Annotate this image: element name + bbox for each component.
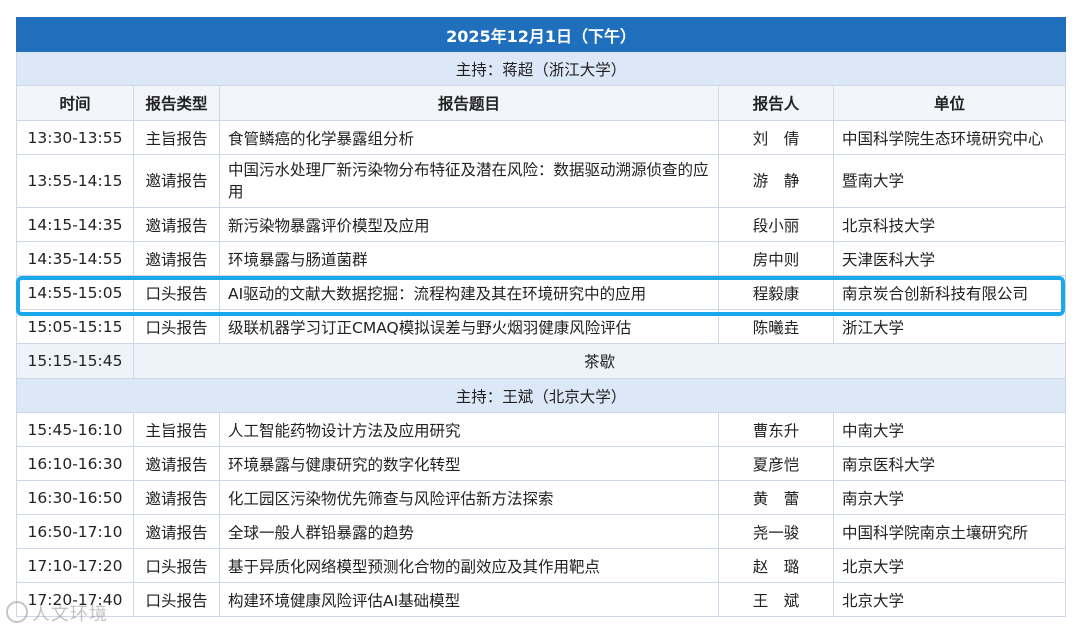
session2-host-row: 主持：王斌（北京大学） — [15, 378, 1067, 413]
cell-time: 14:55-15:05 — [16, 275, 134, 310]
cell-unit: 中南大学 — [832, 412, 1067, 447]
header-topic: 报告题目 — [219, 85, 719, 121]
cell-type: 口头报告 — [133, 548, 220, 583]
cell-topic: 环境暴露与健康研究的数字化转型 — [219, 446, 719, 481]
table-row: 13:30-13:55 主旨报告 食管鳞癌的化学暴露组分析 刘 倩 中国科学院生… — [16, 120, 1067, 155]
table-row: 17:20-17:40 口头报告 构建环境健康风险评估AI基础模型 王 斌 北京… — [16, 582, 1067, 617]
cell-time: 15:45-16:10 — [16, 412, 134, 447]
table-row-highlighted: 14:55-15:05 口头报告 AI驱动的文献大数据挖掘：流程构建及其在环境研… — [16, 275, 1067, 310]
header-row: 时间 报告类型 报告题目 报告人 单位 — [16, 85, 1067, 121]
cell-topic: 级联机器学习订正CMAQ模拟误差与野火烟羽健康风险评估 — [219, 309, 719, 344]
table-row: 16:30-16:50 邀请报告 化工园区污染物优先筛查与风险评估新方法探索 黄… — [16, 480, 1067, 515]
cell-speaker: 王 斌 — [718, 582, 834, 617]
table-row: 14:15-14:35 邀请报告 新污染物暴露评价模型及应用 段小丽 北京科技大… — [16, 207, 1067, 242]
cell-topic: 中国污水处理厂新污染物分布特征及潜在风险：数据驱动溯源侦查的应用 — [219, 154, 719, 208]
cell-time: 15:05-15:15 — [16, 309, 134, 344]
session2-host: 主持：王斌（北京大学） — [15, 378, 1067, 413]
watermark-logo-icon — [6, 601, 28, 623]
cell-type: 口头报告 — [133, 309, 220, 344]
cell-time: 14:15-14:35 — [16, 207, 134, 242]
cell-speaker: 段小丽 — [718, 207, 834, 242]
cell-topic: 化工园区污染物优先筛查与风险评估新方法探索 — [219, 480, 719, 515]
watermark: 人文环境 — [6, 600, 108, 626]
cell-type: 邀请报告 — [133, 446, 220, 481]
cell-topic: 新污染物暴露评价模型及应用 — [219, 207, 719, 242]
table-row: 16:10-16:30 邀请报告 环境暴露与健康研究的数字化转型 夏彦恺 南京医… — [16, 446, 1067, 481]
cell-speaker: 曹东升 — [718, 412, 834, 447]
schedule-table: 2025年12月1日（下午） 主持：蒋超（浙江大学） 时间 报告类型 报告题目 … — [15, 17, 1067, 617]
cell-unit: 南京大学 — [832, 480, 1067, 515]
cell-speaker: 程毅康 — [718, 275, 834, 310]
break-row: 15:15-15:45 茶歇 — [16, 343, 1067, 379]
cell-time: 13:30-13:55 — [16, 120, 134, 155]
cell-time: 16:50-17:10 — [16, 514, 134, 549]
cell-unit: 浙江大学 — [832, 309, 1067, 344]
cell-unit: 北京大学 — [832, 582, 1067, 617]
cell-unit: 南京炭合创新科技有限公司 — [832, 275, 1067, 310]
cell-unit: 南京医科大学 — [832, 446, 1067, 481]
header-time: 时间 — [16, 85, 134, 121]
cell-type: 邀请报告 — [133, 480, 220, 515]
cell-speaker: 房中则 — [718, 241, 834, 276]
session1-host-row: 主持：蒋超（浙江大学） — [15, 51, 1067, 86]
table-row: 15:05-15:15 口头报告 级联机器学习订正CMAQ模拟误差与野火烟羽健康… — [16, 309, 1067, 344]
cell-type: 邀请报告 — [133, 241, 220, 276]
table-row: 17:10-17:20 口头报告 基于异质化网络模型预测化合物的副效应及其作用靶… — [16, 548, 1067, 583]
header-speaker: 报告人 — [718, 85, 834, 121]
header-unit: 单位 — [832, 85, 1067, 121]
cell-unit: 北京科技大学 — [832, 207, 1067, 242]
cell-type: 口头报告 — [133, 582, 220, 617]
session1-host: 主持：蒋超（浙江大学） — [15, 51, 1067, 86]
cell-topic: AI驱动的文献大数据挖掘：流程构建及其在环境研究中的应用 — [219, 275, 719, 310]
cell-type: 邀请报告 — [133, 154, 220, 208]
cell-time: 17:10-17:20 — [16, 548, 134, 583]
cell-time: 14:35-14:55 — [16, 241, 134, 276]
cell-type: 邀请报告 — [133, 207, 220, 242]
cell-time: 13:55-14:15 — [16, 154, 134, 208]
cell-unit: 中国科学院生态环境研究中心 — [832, 120, 1067, 155]
cell-unit: 中国科学院南京土壤研究所 — [832, 514, 1067, 549]
cell-speaker: 黄 蕾 — [718, 480, 834, 515]
cell-speaker: 刘 倩 — [718, 120, 834, 155]
cell-topic: 环境暴露与肠道菌群 — [219, 241, 719, 276]
cell-unit: 暨南大学 — [832, 154, 1067, 208]
cell-time: 16:30-16:50 — [16, 480, 134, 515]
table-row: 13:55-14:15 邀请报告 中国污水处理厂新污染物分布特征及潜在风险：数据… — [16, 154, 1067, 208]
watermark-text: 人文环境 — [32, 604, 108, 625]
break-label: 茶歇 — [132, 343, 1067, 379]
cell-time: 16:10-16:30 — [16, 446, 134, 481]
cell-speaker: 游 静 — [718, 154, 834, 208]
cell-type: 主旨报告 — [133, 412, 220, 447]
cell-speaker: 尧一骏 — [718, 514, 834, 549]
header-type: 报告类型 — [133, 85, 220, 121]
cell-speaker: 赵 璐 — [718, 548, 834, 583]
cell-unit: 北京大学 — [832, 548, 1067, 583]
table-row: 14:35-14:55 邀请报告 环境暴露与肠道菌群 房中则 天津医科大学 — [16, 241, 1067, 276]
cell-type: 口头报告 — [133, 275, 220, 310]
title-row: 2025年12月1日（下午） — [15, 17, 1067, 52]
cell-topic: 基于异质化网络模型预测化合物的副效应及其作用靶点 — [219, 548, 719, 583]
cell-speaker: 夏彦恺 — [718, 446, 834, 481]
table-row: 15:45-16:10 主旨报告 人工智能药物设计方法及应用研究 曹东升 中南大… — [16, 412, 1067, 447]
schedule-container: 2025年12月1日（下午） 主持：蒋超（浙江大学） 时间 报告类型 报告题目 … — [15, 17, 1067, 617]
cell-topic: 构建环境健康风险评估AI基础模型 — [219, 582, 719, 617]
cell-unit: 天津医科大学 — [832, 241, 1067, 276]
cell-speaker: 陈曦垚 — [718, 309, 834, 344]
cell-topic: 人工智能药物设计方法及应用研究 — [219, 412, 719, 447]
cell-topic: 食管鳞癌的化学暴露组分析 — [219, 120, 719, 155]
cell-time: 15:15-15:45 — [16, 343, 134, 379]
table-row: 16:50-17:10 邀请报告 全球一般人群铅暴露的趋势 尧一骏 中国科学院南… — [16, 514, 1067, 549]
page-title: 2025年12月1日（下午） — [15, 17, 1067, 52]
cell-type: 邀请报告 — [133, 514, 220, 549]
cell-topic: 全球一般人群铅暴露的趋势 — [219, 514, 719, 549]
cell-type: 主旨报告 — [133, 120, 220, 155]
